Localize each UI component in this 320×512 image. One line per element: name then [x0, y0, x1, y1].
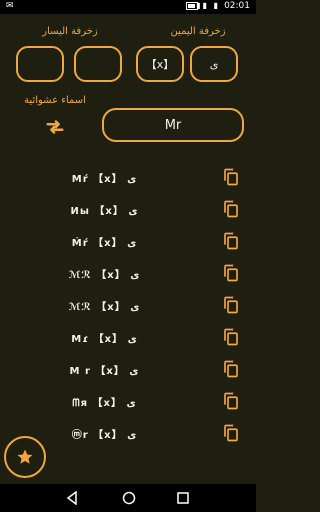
home-icon[interactable]	[122, 491, 136, 505]
copy-icon[interactable]	[222, 328, 240, 346]
list-item: Mɾ 【x】 ى	[0, 322, 256, 354]
status-bar: ✉ ▮▮ ▮ 02:01	[0, 0, 256, 14]
copy-icon[interactable]	[222, 168, 240, 186]
copy-icon[interactable]	[222, 424, 240, 442]
back-icon[interactable]	[66, 491, 78, 505]
list-item: ᗰя 【x】 ى	[0, 386, 256, 418]
right-decoration-box-2[interactable]: ى	[190, 46, 238, 82]
list-item: ℳℛ 【x】 ى	[0, 258, 256, 290]
navigation-bar	[0, 484, 256, 512]
star-icon	[17, 449, 33, 464]
notification-icon: ✉	[6, 1, 14, 11]
left-decoration-box-2[interactable]	[74, 46, 122, 82]
copy-icon[interactable]	[222, 232, 240, 250]
right-decoration-label: زخرفة اليمين	[170, 26, 226, 37]
decorated-name: ℳℛ 【x】 ى	[68, 302, 140, 313]
right-decoration-box-1[interactable]: 【x】	[136, 46, 184, 82]
list-item: Mŕ 【x】 ى	[0, 162, 256, 194]
decorated-name: Иы 【x】 ى	[70, 206, 138, 217]
favorites-button[interactable]	[4, 436, 46, 478]
copy-icon[interactable]	[222, 392, 240, 410]
decorated-name: M r 【x】 ى	[69, 366, 139, 377]
decorated-name: ⓜr 【x】 ى	[71, 430, 137, 441]
random-names-label: اسماء عشوائية	[24, 95, 86, 106]
status-time: 02:01	[224, 1, 250, 11]
list-item: Иы 【x】 ى	[0, 194, 256, 226]
recents-icon[interactable]	[177, 491, 189, 505]
copy-icon[interactable]	[222, 360, 240, 378]
left-decoration-box-1[interactable]	[16, 46, 64, 82]
decorated-name: Mŕ 【x】 ى	[71, 174, 137, 185]
copy-icon[interactable]	[222, 264, 240, 282]
decorated-name: ᗰя 【x】 ى	[72, 398, 136, 409]
list-item: ℳℛ 【x】 ى	[0, 290, 256, 322]
name-input[interactable]: Mr	[102, 108, 244, 142]
decorated-name: Ḿŕ 【x】 ى	[71, 238, 137, 249]
list-item: Ḿŕ 【x】 ى	[0, 226, 256, 258]
decorated-name: ℳℛ 【x】 ى	[68, 270, 140, 281]
shuffle-icon[interactable]	[44, 116, 66, 138]
decorated-name: Mɾ 【x】 ى	[71, 334, 137, 345]
copy-icon[interactable]	[222, 296, 240, 314]
list-item: M r 【x】 ى	[0, 354, 256, 386]
left-decoration-label: زخرفة اليسار	[42, 26, 98, 37]
copy-icon[interactable]	[222, 200, 240, 218]
signal-icon: ▮▮ ▮	[196, 1, 220, 10]
